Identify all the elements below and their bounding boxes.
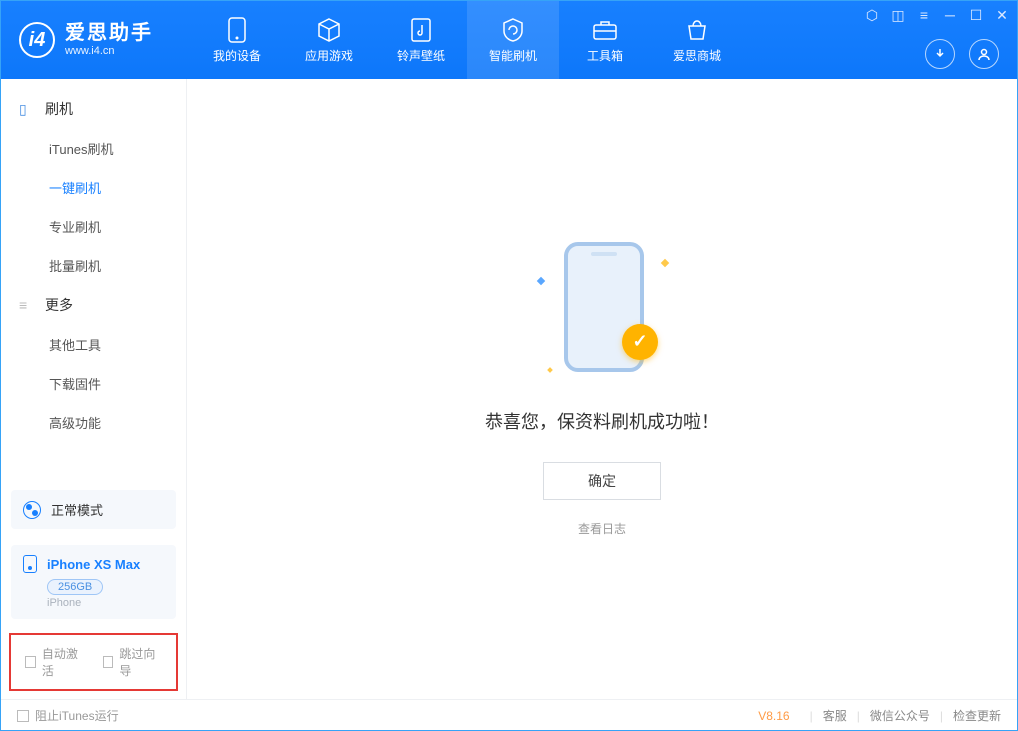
logo-icon: i4 <box>19 22 55 58</box>
skin-icon[interactable]: ⬡ <box>865 7 879 24</box>
feedback-icon[interactable]: ◫ <box>891 7 905 24</box>
main-content: ✓ 恭喜您，保资料刷机成功啦！ 确定 查看日志 <box>187 79 1017 699</box>
footer-link-update[interactable]: 检查更新 <box>953 707 1001 724</box>
header-right-buttons <box>925 39 999 69</box>
sidebar-item-download-firmware[interactable]: 下载固件 <box>1 364 186 403</box>
close-icon[interactable]: ✕ <box>995 7 1009 24</box>
refresh-shield-icon <box>500 17 526 43</box>
user-button[interactable] <box>969 39 999 69</box>
logo-subtitle: www.i4.cn <box>65 45 153 58</box>
app-logo: i4 爱思助手 www.i4.cn <box>1 21 171 58</box>
sidebar-item-other-tools[interactable]: 其他工具 <box>1 325 186 364</box>
highlighted-options-row: 自动激活 跳过向导 <box>9 633 178 691</box>
mode-icon <box>23 501 41 519</box>
sidebar-group-flash: ▯ 刷机 <box>1 89 186 129</box>
logo-title: 爱思助手 <box>65 21 153 45</box>
device-name: iPhone XS Max <box>47 557 140 572</box>
sparkle-icon <box>537 276 545 284</box>
checkbox-skip-guide[interactable]: 跳过向导 <box>103 645 163 679</box>
device-icon <box>224 17 250 43</box>
app-header: i4 爱思助手 www.i4.cn 我的设备 应用游戏 铃声壁纸 智能刷机 工具… <box>1 1 1017 79</box>
footer-link-support[interactable]: 客服 <box>823 707 847 724</box>
status-bar: 阻止iTunes运行 V8.16 | 客服 | 微信公众号 | 检查更新 <box>1 699 1017 731</box>
device-small-icon <box>23 555 37 573</box>
sidebar-item-pro-flash[interactable]: 专业刷机 <box>1 207 186 246</box>
sparkle-icon <box>661 258 669 266</box>
phone-small-icon: ▯ <box>19 101 35 118</box>
music-note-icon <box>408 17 434 43</box>
device-mode-box[interactable]: 正常模式 <box>11 490 176 529</box>
view-log-link[interactable]: 查看日志 <box>578 520 626 537</box>
tab-toolbox[interactable]: 工具箱 <box>559 1 651 79</box>
sidebar-item-batch-flash[interactable]: 批量刷机 <box>1 246 186 285</box>
tab-my-device[interactable]: 我的设备 <box>191 1 283 79</box>
device-type: iPhone <box>47 597 164 609</box>
device-info-box[interactable]: iPhone XS Max 256GB iPhone <box>11 545 176 619</box>
sidebar: ▯ 刷机 iTunes刷机 一键刷机 专业刷机 批量刷机 ≡ 更多 其他工具 下… <box>1 79 187 699</box>
window-controls: ⬡ ◫ ≡ ─ ☐ ✕ <box>865 7 1009 24</box>
device-capacity: 256GB <box>47 579 103 595</box>
version-label: V8.16 <box>758 709 789 723</box>
sparkle-icon <box>547 367 553 373</box>
minimize-icon[interactable]: ─ <box>943 7 957 24</box>
shop-icon <box>684 17 710 43</box>
check-badge-icon: ✓ <box>622 324 658 360</box>
tab-ringtone-wallpaper[interactable]: 铃声壁纸 <box>375 1 467 79</box>
tab-flash[interactable]: 智能刷机 <box>467 1 559 79</box>
menu-icon[interactable]: ≡ <box>917 7 931 24</box>
footer-link-wechat[interactable]: 微信公众号 <box>870 707 930 724</box>
success-illustration: ✓ <box>542 242 662 382</box>
toolbox-icon <box>592 17 618 43</box>
sidebar-item-oneclick-flash[interactable]: 一键刷机 <box>1 168 186 207</box>
success-message: 恭喜您，保资料刷机成功啦！ <box>485 408 719 434</box>
sidebar-item-advanced[interactable]: 高级功能 <box>1 403 186 442</box>
sidebar-item-itunes-flash[interactable]: iTunes刷机 <box>1 129 186 168</box>
sidebar-group-more: ≡ 更多 <box>1 285 186 325</box>
checkbox-auto-activate[interactable]: 自动激活 <box>25 645 85 679</box>
maximize-icon[interactable]: ☐ <box>969 7 983 24</box>
tab-shop[interactable]: 爱思商城 <box>651 1 743 79</box>
nav-tabs: 我的设备 应用游戏 铃声壁纸 智能刷机 工具箱 爱思商城 <box>191 1 743 79</box>
mode-label: 正常模式 <box>51 500 103 519</box>
tab-apps-games[interactable]: 应用游戏 <box>283 1 375 79</box>
list-icon: ≡ <box>19 297 35 313</box>
cube-icon <box>316 17 342 43</box>
download-button[interactable] <box>925 39 955 69</box>
checkbox-block-itunes[interactable]: 阻止iTunes运行 <box>17 707 119 724</box>
ok-button[interactable]: 确定 <box>543 462 661 500</box>
